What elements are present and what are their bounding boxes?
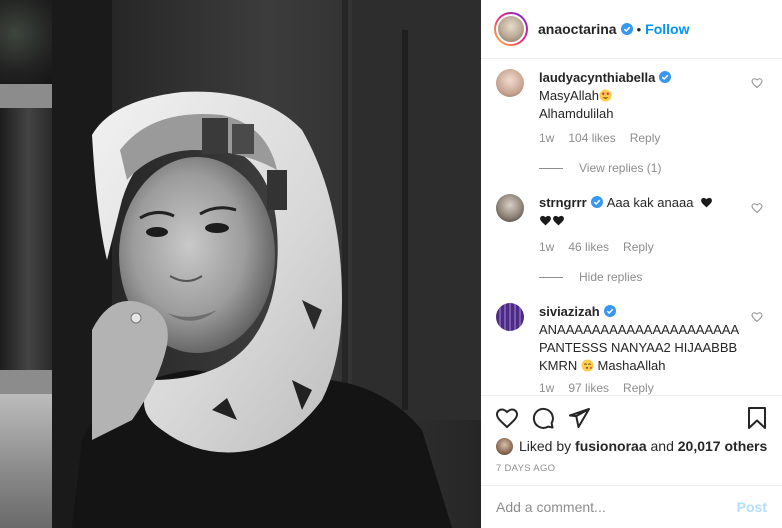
liked-by-label: Liked by bbox=[519, 438, 572, 454]
previous-post-backdrop bbox=[0, 0, 52, 528]
heart-outline-icon[interactable] bbox=[751, 311, 763, 323]
commenter-avatar[interactable] bbox=[496, 303, 524, 331]
post-photo[interactable] bbox=[52, 0, 481, 528]
kiss-emoji bbox=[581, 359, 594, 372]
comment-likes[interactable]: 104 likes bbox=[568, 131, 615, 145]
liker-avatar[interactable] bbox=[496, 437, 513, 455]
verified-badge-icon bbox=[590, 196, 603, 208]
heart-outline-icon[interactable] bbox=[751, 77, 763, 89]
reply-button[interactable]: Reply bbox=[630, 131, 661, 145]
add-comment-bar: Post bbox=[481, 485, 782, 528]
follow-button[interactable]: Follow bbox=[645, 21, 689, 37]
backdrop-strip-bottom bbox=[0, 370, 52, 394]
verified-badge-icon bbox=[620, 23, 633, 35]
replies-line bbox=[539, 167, 563, 169]
author-avatar[interactable] bbox=[494, 12, 528, 46]
comment-meta: 1w 97 likes Reply bbox=[539, 381, 668, 395]
comment-bubble-icon[interactable] bbox=[531, 406, 555, 430]
author-username[interactable]: anaoctarina bbox=[538, 21, 617, 37]
replies-label[interactable]: Hide replies bbox=[579, 270, 642, 284]
post-photo-illustration bbox=[52, 0, 481, 528]
view-replies-toggle[interactable]: View replies (1) bbox=[539, 161, 661, 175]
backdrop-bottom bbox=[0, 394, 52, 528]
comment-likes[interactable]: 46 likes bbox=[568, 240, 609, 254]
replies-line bbox=[539, 276, 563, 278]
comment-line: Alhamdulilah bbox=[539, 106, 614, 121]
verified-badge-icon bbox=[603, 305, 616, 317]
comment-meta: 1w 46 likes Reply bbox=[539, 240, 668, 254]
comment-age: 1w bbox=[539, 381, 555, 395]
comment-line: MasyAllah bbox=[539, 88, 599, 103]
reply-button[interactable]: Reply bbox=[623, 240, 654, 254]
comment-text: strngrrr Aaa kak anaaa bbox=[539, 194, 739, 230]
comment-line: PANTESSS NANYAA2 HIJAABBB bbox=[539, 340, 738, 355]
heart-eyes-emoji bbox=[599, 89, 612, 102]
comment-likes[interactable]: 97 likes bbox=[568, 381, 609, 395]
black-heart-emoji bbox=[553, 215, 564, 226]
comment-age: 1w bbox=[539, 131, 555, 145]
comments-list[interactable]: laudyacynthiabella MasyAllah Alhamdulila… bbox=[481, 60, 782, 395]
comment-text: laudyacynthiabella MasyAllah Alhamdulila… bbox=[539, 69, 739, 123]
comment-input[interactable] bbox=[496, 499, 737, 515]
comment-age: 1w bbox=[539, 240, 555, 254]
comment-text: siviazizah ANAAAAAAAAAAAAAAAAAAAAA PANTE… bbox=[539, 303, 739, 375]
like-heart-icon[interactable] bbox=[495, 406, 519, 430]
post-header: anaoctarina • Follow bbox=[481, 0, 782, 59]
comment-line: KMRN bbox=[539, 358, 578, 373]
share-plane-icon[interactable] bbox=[567, 406, 591, 430]
comment-meta: 1w 104 likes Reply bbox=[539, 131, 674, 145]
post-timestamp[interactable]: 7 DAYS AGO bbox=[496, 463, 555, 474]
post-comment-button[interactable]: Post bbox=[737, 499, 767, 515]
post-actions-bar bbox=[481, 395, 782, 439]
commenter-avatar[interactable] bbox=[496, 194, 524, 222]
separator-dot: • bbox=[636, 21, 642, 37]
commenter-avatar[interactable] bbox=[496, 69, 524, 97]
liked-by-and: and bbox=[650, 438, 674, 454]
verified-badge-icon bbox=[659, 71, 672, 83]
backdrop-person bbox=[0, 108, 52, 370]
black-heart-emoji bbox=[540, 215, 551, 226]
comment-line: MashaAllah bbox=[597, 358, 666, 373]
post-detail-panel: anaoctarina • Follow laudyacynthiabella … bbox=[481, 0, 782, 528]
commenter-username[interactable]: strngrrr bbox=[539, 195, 587, 210]
replies-label[interactable]: View replies (1) bbox=[579, 161, 661, 175]
liker-username[interactable]: fusionoraa bbox=[575, 438, 647, 454]
hide-replies-toggle[interactable]: Hide replies bbox=[539, 270, 642, 284]
commenter-username[interactable]: laudyacynthiabella bbox=[539, 70, 655, 85]
reply-button[interactable]: Reply bbox=[623, 381, 654, 395]
heart-outline-icon[interactable] bbox=[751, 202, 763, 214]
likes-count-button[interactable]: 20,017 others bbox=[678, 438, 768, 454]
comment-line: Aaa kak anaaa bbox=[606, 195, 694, 210]
black-heart-emoji bbox=[701, 197, 712, 208]
bookmark-icon[interactable] bbox=[745, 406, 769, 430]
backdrop-strip-top bbox=[0, 84, 52, 108]
backdrop-foliage bbox=[0, 0, 52, 84]
liked-by-row: Liked by fusionoraa and 20,017 others bbox=[496, 437, 767, 455]
comment-line: ANAAAAAAAAAAAAAAAAAAAAA bbox=[539, 322, 740, 337]
commenter-username[interactable]: siviazizah bbox=[539, 304, 600, 319]
